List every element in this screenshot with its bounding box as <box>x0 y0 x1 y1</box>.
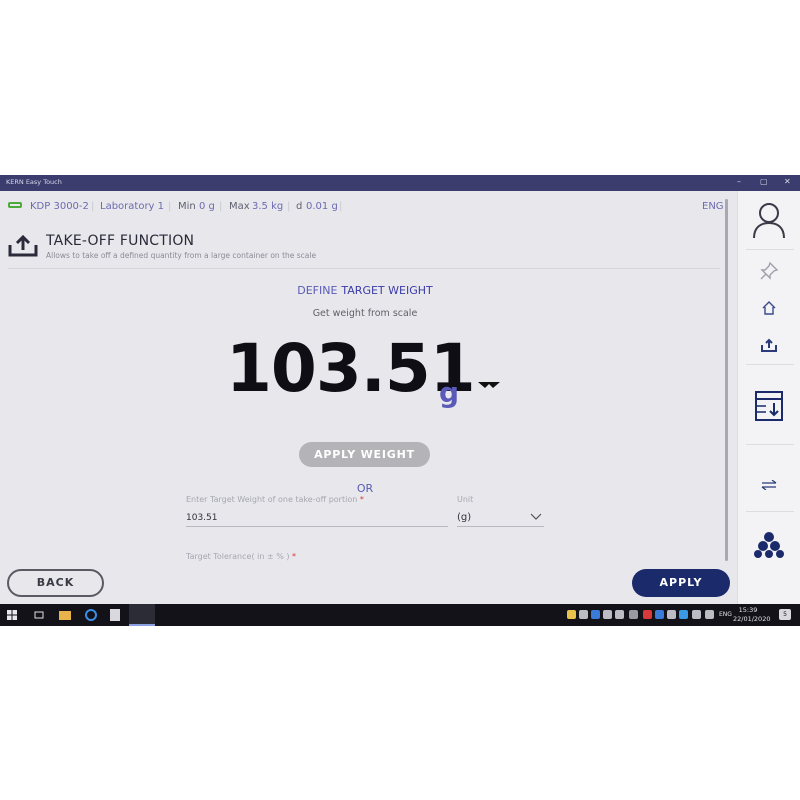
min-label: Min <box>178 201 196 212</box>
sidebar-separator <box>746 444 794 445</box>
separator: | <box>339 201 343 212</box>
store-icon[interactable] <box>110 609 120 621</box>
user-icon[interactable] <box>751 201 787 239</box>
pieces-icon[interactable] <box>754 531 784 559</box>
home-icon[interactable] <box>761 300 777 316</box>
device-name[interactable]: KDP 3000-2 <box>30 201 89 212</box>
required-mark: * <box>292 552 296 561</box>
location-name[interactable]: Laboratory 1 <box>100 201 164 212</box>
scale-info-bar: KDP 3000-2 | Laboratory 1 | Min 0 g | Ma… <box>0 191 727 221</box>
tray-icon-app[interactable] <box>615 610 624 619</box>
d-label: d <box>296 201 303 212</box>
sidebar-separator <box>746 511 794 512</box>
define-heading: DEFINE TARGET WEIGHT <box>0 284 730 297</box>
separator: | <box>219 201 223 212</box>
target-weight-input[interactable]: 103.51 <box>186 509 448 527</box>
tray-icon-app[interactable] <box>603 610 612 619</box>
weight-unit: g <box>439 376 460 409</box>
scale-status-icon <box>8 202 22 208</box>
language-selector[interactable]: ENG <box>702 201 724 212</box>
separator: | <box>91 201 95 212</box>
weight-reading: 103.51 <box>226 330 476 407</box>
page-title: TAKE-OFF FUNCTION <box>46 233 195 249</box>
unit-select[interactable]: (g) <box>457 509 544 527</box>
max-value: 3.5 kg <box>252 201 284 212</box>
target-weight-label-text: Enter Target Weight of one take-off port… <box>186 495 358 504</box>
volume-icon[interactable] <box>705 610 714 619</box>
kern-taskbar-app[interactable] <box>129 604 155 626</box>
chevron-down-icon <box>530 513 542 520</box>
taskbar-language[interactable]: ENG <box>719 611 732 618</box>
tray-icon-app[interactable] <box>679 610 688 619</box>
unit-select-value: (g) <box>457 512 472 523</box>
task-view-icon[interactable] <box>33 609 45 621</box>
tolerance-label-text: Target Tolerance( in ± % ) <box>186 552 290 561</box>
edge-browser-icon[interactable] <box>85 609 97 621</box>
unit-label: Unit <box>457 495 474 504</box>
tray-icon-antivirus[interactable] <box>643 610 652 619</box>
right-sidebar <box>737 191 800 604</box>
sidebar-separator <box>746 364 794 365</box>
clock-time: 15:39 <box>738 606 758 614</box>
tray-icon-app[interactable] <box>629 610 638 619</box>
sidebar-separator <box>746 249 794 250</box>
window-title: KERN Easy Touch <box>6 178 62 186</box>
main-panel: KDP 3000-2 | Laboratory 1 | Min 0 g | Ma… <box>0 191 737 604</box>
pin-icon[interactable] <box>759 261 779 281</box>
max-label: Max <box>229 201 250 212</box>
notifications-badge[interactable]: 5 <box>779 609 791 620</box>
target-weight-label: Enter Target Weight of one take-off port… <box>186 495 364 504</box>
separator: | <box>287 201 291 212</box>
tray-icon-security[interactable] <box>567 610 576 619</box>
close-button[interactable]: ✕ <box>784 177 791 186</box>
get-weight-text: Get weight from scale <box>312 308 418 319</box>
title-bar: KERN Easy Touch – ▢ ✕ <box>0 175 800 191</box>
min-value: 0 g <box>199 201 215 212</box>
windows-start-icon[interactable] <box>7 610 17 620</box>
take-off-nav-icon[interactable] <box>761 338 777 352</box>
separator: | <box>168 201 172 212</box>
tray-icon-network[interactable] <box>579 610 588 619</box>
app-window: KERN Easy Touch – ▢ ✕ KDP 3000-2 | Labor… <box>0 175 800 626</box>
tray-icon-app[interactable] <box>591 610 600 619</box>
page-header: TAKE-OFF FUNCTION Allows to take off a d… <box>8 231 720 269</box>
apply-weight-button[interactable]: APPLY WEIGHT <box>299 442 430 467</box>
clock-date: 22/01/2020 <box>733 615 771 623</box>
page-subtitle: Allows to take off a defined quantity fr… <box>46 251 317 260</box>
tolerance-label: Target Tolerance( in ± % ) * <box>186 552 296 561</box>
d-value: 0.01 g <box>306 201 338 212</box>
apply-button[interactable]: APPLY <box>632 569 730 597</box>
define-target: TARGET WEIGHT <box>341 284 433 297</box>
required-mark: * <box>359 495 364 504</box>
tray-icon-app[interactable] <box>667 610 676 619</box>
taskbar-clock[interactable]: 15:39 22/01/2020 <box>733 606 771 624</box>
minimize-button[interactable]: – <box>737 177 741 186</box>
stability-icon <box>478 382 500 388</box>
data-transfer-icon[interactable] <box>754 390 784 422</box>
or-divider: OR <box>356 482 374 495</box>
bluetooth-icon[interactable] <box>655 610 664 619</box>
take-off-icon <box>8 235 38 257</box>
swap-icon[interactable] <box>761 480 777 490</box>
wifi-icon[interactable] <box>692 610 701 619</box>
define-prefix: DEFINE <box>297 284 338 297</box>
back-button[interactable]: BACK <box>7 569 104 597</box>
file-explorer-icon[interactable] <box>59 611 71 620</box>
scrollbar[interactable] <box>725 199 728 561</box>
maximize-button[interactable]: ▢ <box>760 177 768 186</box>
taskbar: ENG 15:39 22/01/2020 5 <box>0 604 800 626</box>
